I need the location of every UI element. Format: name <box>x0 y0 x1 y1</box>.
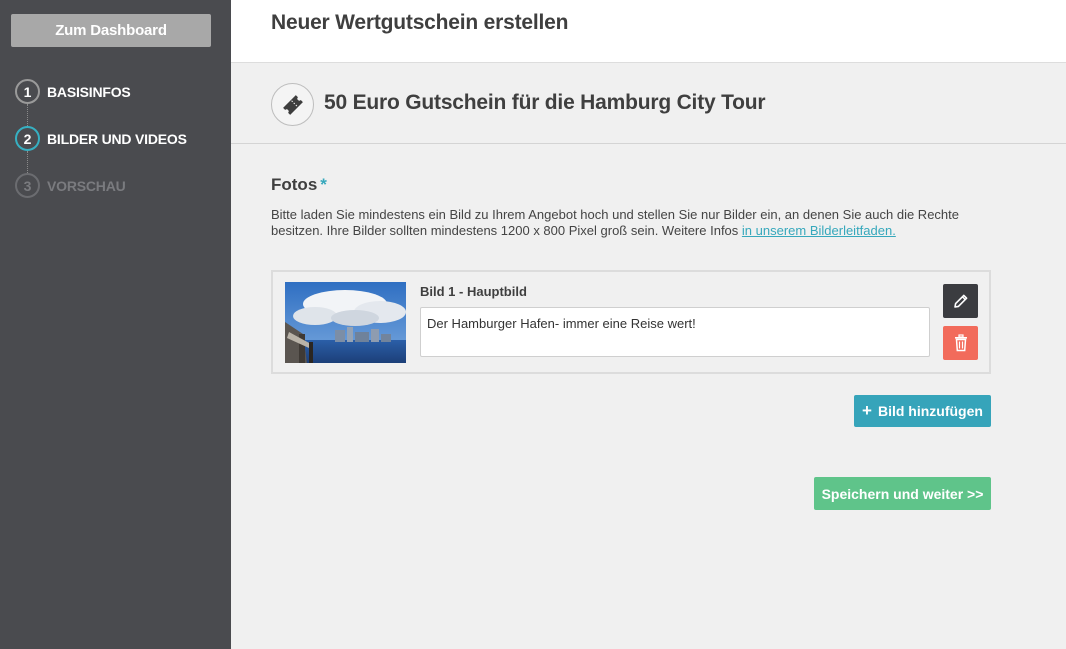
step-number: 3 <box>15 173 40 198</box>
step-label: BASISINFOS <box>47 83 131 100</box>
dashboard-button[interactable]: Zum Dashboard <box>11 14 211 47</box>
sidebar: Zum Dashboard 1 BASISINFOS 2 BILDER UND … <box>0 0 231 649</box>
trash-icon <box>954 334 967 352</box>
delete-photo-button[interactable] <box>943 326 978 360</box>
step-number: 1 <box>15 79 40 104</box>
photos-section-title: Fotos * <box>271 175 327 195</box>
step-number: 2 <box>15 126 40 151</box>
edit-photo-button[interactable] <box>943 284 978 318</box>
photos-help-text: Bitte laden Sie mindestens ein Bild zu I… <box>271 207 991 239</box>
step-connector <box>27 104 28 126</box>
step-basisinfos[interactable]: 1 BASISINFOS <box>15 79 131 104</box>
plus-icon: + <box>862 401 872 420</box>
pencil-icon <box>953 294 967 308</box>
image-guide-link[interactable]: in unserem Bilderleitfaden. <box>742 223 896 238</box>
step-label: VORSCHAU <box>47 177 126 194</box>
photo-label: Bild 1 - Hauptbild <box>420 284 527 299</box>
ticket-icon <box>271 83 314 126</box>
step-vorschau: 3 VORSCHAU <box>15 173 126 198</box>
photo-caption-input[interactable]: Der Hamburger Hafen- immer eine Reise we… <box>420 307 930 357</box>
step-bilder-und-videos[interactable]: 2 BILDER UND VIDEOS <box>15 126 187 151</box>
step-label: BILDER UND VIDEOS <box>47 130 187 147</box>
page-header: Neuer Wertgutschein erstellen <box>231 0 1066 63</box>
save-and-continue-button[interactable]: Speichern und weiter >> <box>814 477 991 510</box>
offer-title: 50 Euro Gutschein für die Hamburg City T… <box>324 91 766 114</box>
add-photo-button[interactable]: + Bild hinzufügen <box>854 395 991 427</box>
photo-thumbnail[interactable] <box>285 282 406 363</box>
photos-title-text: Fotos <box>271 175 318 194</box>
required-marker: * <box>320 175 327 194</box>
add-photo-label: Bild hinzufügen <box>877 403 983 419</box>
offer-header: 50 Euro Gutschein für die Hamburg City T… <box>231 63 1066 144</box>
photo-item: Bild 1 - Hauptbild Der Hamburger Hafen- … <box>271 270 991 374</box>
step-connector <box>27 151 28 173</box>
page-title: Neuer Wertgutschein erstellen <box>271 11 569 34</box>
